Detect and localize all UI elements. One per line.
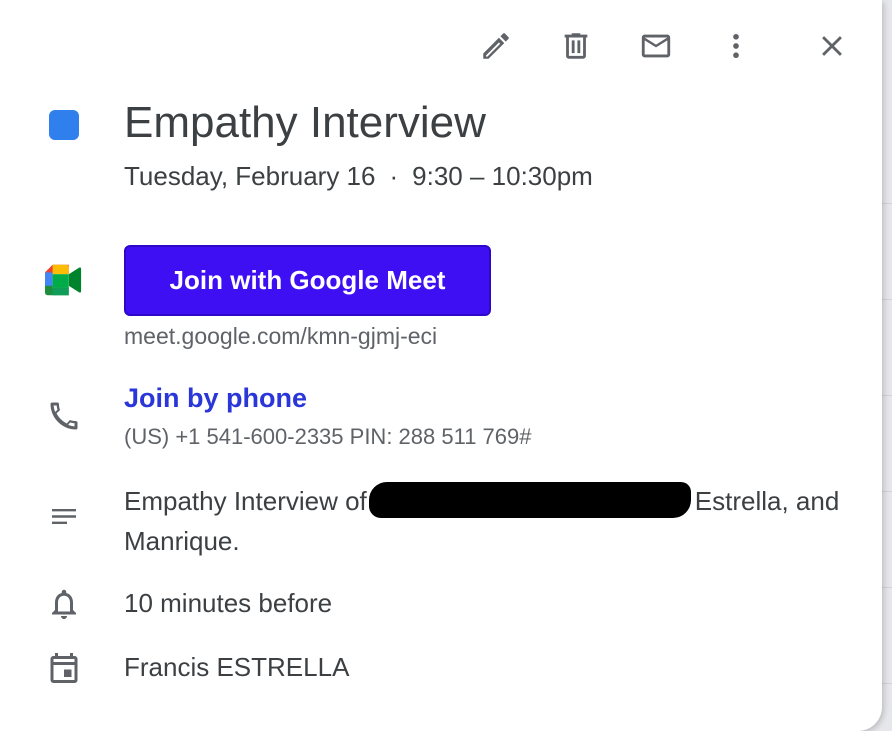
event-color-swatch: [49, 110, 79, 140]
edit-icon: [483, 33, 509, 59]
edit-event-button[interactable]: [476, 26, 516, 66]
phone-number-pin: (US) +1 541-600-2335 PIN: 288 511 769#: [124, 424, 532, 449]
calendar-icon: [42, 646, 86, 690]
event-date: Tuesday, February 16: [124, 161, 376, 191]
phone-icon: [42, 394, 86, 438]
join-google-meet-button[interactable]: Join with Google Meet: [124, 245, 491, 316]
description-icon: [42, 496, 86, 540]
google-meet-icon: [42, 258, 86, 302]
event-toolbar: [0, 26, 882, 66]
close-icon: [822, 36, 842, 56]
event-datetime: Tuesday, February 16 · 9:30 – 10:30pm: [124, 161, 593, 192]
email-icon: [641, 34, 671, 58]
event-time: 9:30 – 10:30pm: [412, 161, 593, 191]
calendar-owner: Francis ESTRELLA: [124, 652, 350, 682]
delete-event-button[interactable]: [556, 26, 596, 66]
reminder-text: 10 minutes before: [124, 588, 333, 618]
event-title: Empathy Interview: [124, 98, 486, 147]
join-by-phone-link[interactable]: Join by phone: [124, 383, 307, 414]
datetime-separator: ·: [389, 161, 399, 191]
delete-icon: [564, 33, 588, 59]
bell-icon: [42, 582, 86, 626]
event-details-card: Empathy Interview Tuesday, February 16 · 9…: [0, 0, 882, 731]
email-guests-button[interactable]: [636, 26, 676, 66]
more-icon: [733, 33, 739, 59]
meet-link[interactable]: meet.google.com/kmn-gjmj-eci: [124, 323, 437, 350]
close-button[interactable]: [812, 26, 852, 66]
event-description: Empathy Interview of Estrella, and Manriq…: [124, 481, 844, 561]
more-options-button[interactable]: [716, 26, 756, 66]
redacted-names: [368, 482, 691, 518]
description-text-start: Empathy Interview of: [124, 486, 367, 516]
